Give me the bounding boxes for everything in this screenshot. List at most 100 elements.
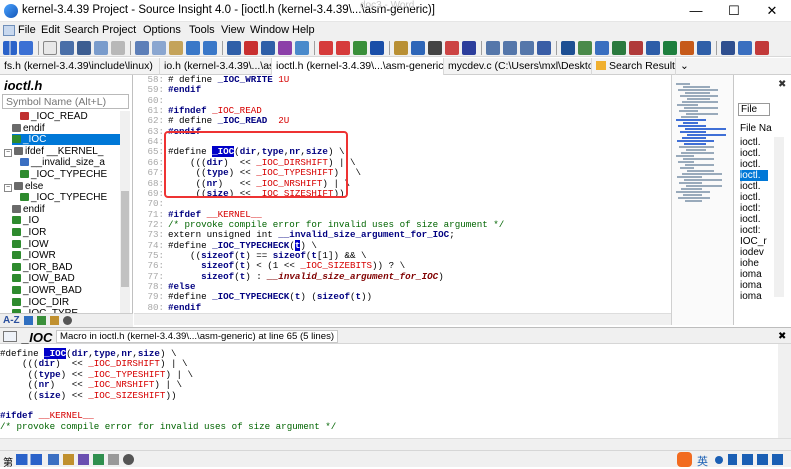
file-list-item[interactable]: ioctl. xyxy=(740,214,768,225)
minimize-button[interactable]: — xyxy=(677,0,715,22)
panel-dropdown[interactable]: File xyxy=(738,103,770,116)
code-line[interactable]: ((size) << _IOC_SIZESHIFT)) xyxy=(0,390,177,401)
symbol-list-item[interactable]: _IOR_BAD xyxy=(12,262,120,273)
maximize-button[interactable]: ☐ xyxy=(715,0,753,22)
symbol-list-item[interactable]: _IOW xyxy=(12,239,120,250)
symbol-list-item[interactable]: endif xyxy=(12,123,120,134)
menu-help[interactable]: Help xyxy=(292,24,315,36)
context-vertical-scrollbar[interactable] xyxy=(778,344,791,438)
symbol-list-item[interactable]: _IOWR xyxy=(12,250,120,261)
file-list-scrollbar[interactable] xyxy=(774,137,784,297)
cut-icon[interactable] xyxy=(135,41,149,55)
window-icon[interactable] xyxy=(612,41,626,55)
save-icon[interactable] xyxy=(60,41,74,55)
panel-icon[interactable] xyxy=(537,41,551,55)
category-icon[interactable] xyxy=(24,316,33,325)
settings-icon[interactable] xyxy=(595,41,609,55)
tab-io-h[interactable]: io.h (kernel-3.4.39\...\asm) xyxy=(160,58,272,75)
highlight-icon[interactable] xyxy=(629,41,643,55)
menu-search[interactable]: Search xyxy=(64,24,99,36)
context-horizontal-scrollbar[interactable] xyxy=(0,438,791,450)
file-list-item[interactable]: ioctl. xyxy=(740,159,768,170)
collapse-toggle-icon[interactable]: − xyxy=(4,148,12,157)
keyboard-icon[interactable] xyxy=(742,454,753,465)
context-icon[interactable] xyxy=(93,454,104,465)
copy-icon[interactable] xyxy=(152,41,166,55)
context-code-view[interactable]: #define _IOC(dir,type,nr,size) \ (((dir)… xyxy=(0,344,778,438)
menu-window[interactable]: Window xyxy=(250,24,289,36)
file-list-item[interactable]: iodev xyxy=(740,247,768,258)
toggle-icon[interactable] xyxy=(738,41,752,55)
lock-icon[interactable] xyxy=(108,454,119,465)
symbol-list-item[interactable]: __invalid_size_a xyxy=(20,157,120,168)
browse-icon[interactable] xyxy=(394,41,408,55)
print-icon[interactable] xyxy=(94,41,108,55)
symbol-window-icon[interactable] xyxy=(227,41,241,55)
file-list-item[interactable]: ioctl: xyxy=(740,225,768,236)
tab-ioctl-h[interactable]: ioctl.h (kernel-3.4.39\...\asm-generic) … xyxy=(272,58,444,75)
replace-icon[interactable] xyxy=(445,41,459,55)
reference-icon[interactable] xyxy=(462,41,476,55)
layout-icon[interactable] xyxy=(486,41,500,55)
undo-icon[interactable] xyxy=(186,41,200,55)
toolbox-icon[interactable] xyxy=(772,454,783,465)
project-icon[interactable] xyxy=(578,41,592,55)
context-pin-icon[interactable] xyxy=(3,331,17,342)
menu-file[interactable]: File xyxy=(18,24,36,36)
file-list-item[interactable]: ioctl. xyxy=(740,192,768,203)
code-line[interactable]: 59: #endif xyxy=(134,84,201,95)
editor-horizontal-scrollbar[interactable] xyxy=(134,313,671,325)
tree-icon[interactable] xyxy=(646,41,660,55)
settings-gear-icon[interactable] xyxy=(123,454,134,465)
bookmark-next-icon[interactable] xyxy=(336,41,350,55)
file-list-item[interactable]: ioma xyxy=(740,291,768,302)
relation-icon[interactable] xyxy=(244,41,258,55)
forward-icon[interactable] xyxy=(19,41,33,55)
symbol-list-item[interactable]: _IOWR_BAD xyxy=(12,285,120,296)
close-file-icon[interactable] xyxy=(111,41,125,55)
symbol-list-item[interactable]: _IOR xyxy=(12,227,120,238)
symbol-list-scrollbar[interactable] xyxy=(120,111,130,323)
lookup-icon[interactable] xyxy=(295,41,309,55)
delete-icon[interactable] xyxy=(755,41,769,55)
symbol-list-item[interactable]: − ifdef __KERNEL_ xyxy=(4,146,120,157)
nav-arrows-icon[interactable] xyxy=(16,454,42,465)
skin-icon[interactable] xyxy=(757,454,768,465)
code-line[interactable]: /* provoke compile error for invalid use… xyxy=(0,421,336,432)
menu-edit[interactable]: Edit xyxy=(41,24,60,36)
new-file-icon[interactable] xyxy=(43,41,57,55)
symbol-list-item[interactable]: _IOC_DIR xyxy=(12,297,120,308)
go-icon[interactable] xyxy=(353,41,367,55)
tab-mycdev-c[interactable]: mycdev.c (C:\Users\mxl\Desktop) xyxy=(444,58,592,75)
context-close-icon[interactable]: ✖ xyxy=(778,331,786,342)
close-button[interactable]: ✕ xyxy=(753,0,791,22)
filter-icon[interactable] xyxy=(37,316,46,325)
microphone-icon[interactable] xyxy=(728,454,737,465)
relation-icon[interactable] xyxy=(78,454,89,465)
outline-icon[interactable] xyxy=(261,41,275,55)
redo-icon[interactable] xyxy=(203,41,217,55)
symbol-list-item[interactable]: _IOC xyxy=(12,134,120,146)
group-icon[interactable] xyxy=(50,316,59,325)
file-list-item[interactable]: ioctl. xyxy=(740,137,768,148)
tab-fs-h[interactable]: fs.h (kernel-3.4.39\include\linux) xyxy=(0,58,160,75)
code-line[interactable]: 80: #endif xyxy=(134,302,201,313)
symbol-list-item[interactable]: _IOC_READ xyxy=(20,111,120,122)
ime-punct-icon[interactable] xyxy=(715,456,723,464)
menu-view[interactable]: View xyxy=(221,24,245,36)
grid-icon[interactable] xyxy=(697,41,711,55)
overview-minimap[interactable] xyxy=(671,75,733,325)
file-list-item[interactable]: ioma xyxy=(740,280,768,291)
file-list-item[interactable]: IOC_r xyxy=(740,236,768,247)
symbol-icon[interactable] xyxy=(48,454,59,465)
menu-options[interactable]: Options xyxy=(143,24,181,36)
tasks-icon[interactable] xyxy=(663,41,677,55)
symbol-list-item[interactable]: _IOW_BAD xyxy=(12,273,120,284)
bookmark-icon[interactable] xyxy=(319,41,333,55)
sync-icon[interactable] xyxy=(370,41,384,55)
symbol-list-item[interactable]: − else xyxy=(4,181,120,192)
tab-search-results[interactable]: Search Results xyxy=(592,58,676,75)
symbol-list-item[interactable]: endif xyxy=(12,204,120,215)
back-forward-icon[interactable] xyxy=(3,41,17,55)
search-files-icon[interactable] xyxy=(428,41,442,55)
